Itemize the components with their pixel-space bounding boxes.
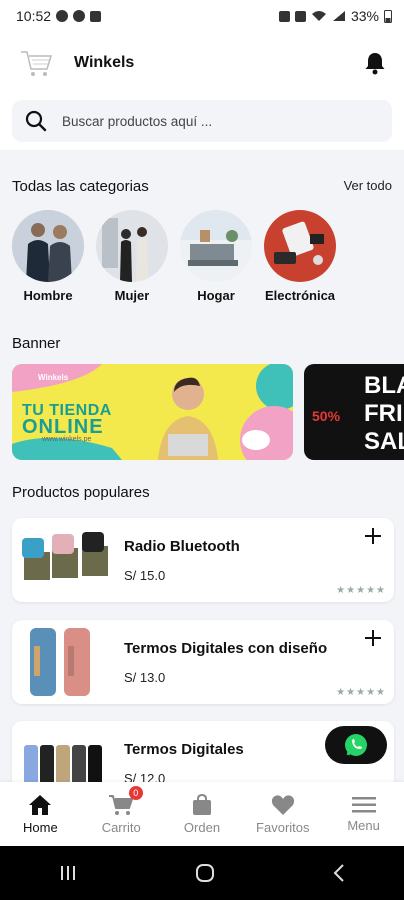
- search-input[interactable]: [62, 113, 362, 129]
- product-card[interactable]: Termos Digitales con diseño S/ 13.0 ★★★★…: [12, 620, 394, 704]
- category-item-mujer[interactable]: Mujer: [96, 210, 168, 303]
- nav-favorites[interactable]: Favoritos: [242, 782, 323, 846]
- product-name: Radio Bluetooth: [124, 538, 240, 555]
- recent-apps-icon[interactable]: [58, 864, 78, 882]
- download-icon: [90, 10, 102, 22]
- notification-icon: [56, 10, 69, 22]
- shopping-bag-icon: [192, 793, 211, 815]
- categories-list: Hombre Mujer Hogar Electrónica: [12, 210, 336, 303]
- product-name: Termos Digitales: [124, 741, 244, 758]
- nav-label: Orden: [183, 819, 221, 835]
- product-name: Termos Digitales con diseño: [124, 640, 328, 657]
- product-image-radio: [20, 524, 112, 596]
- category-image-mujer: [96, 210, 168, 282]
- search-icon: [25, 110, 47, 132]
- rating-stars: ★★★★★: [336, 585, 386, 596]
- rating-stars: ★★★★★: [336, 687, 386, 698]
- system-navigation-bar: [0, 846, 404, 900]
- nav-cart[interactable]: 0 Carrito: [81, 782, 162, 846]
- category-label: Hombre: [23, 288, 73, 303]
- product-price: S/ 13.0: [124, 670, 166, 685]
- hamburger-menu-icon: [351, 796, 376, 812]
- back-icon[interactable]: [332, 863, 346, 883]
- banner-bf-line3: SAL: [364, 428, 404, 455]
- banner-title: Banner: [12, 335, 61, 352]
- category-label: Mujer: [114, 288, 150, 303]
- whatsapp-icon: [345, 734, 367, 756]
- app-title: Winkels: [74, 54, 135, 71]
- add-to-cart-button[interactable]: [364, 526, 382, 550]
- notification-bell-icon[interactable]: [362, 50, 388, 76]
- product-image-termos-diseno: [20, 626, 112, 698]
- search-bar[interactable]: [12, 100, 392, 142]
- bottom-navigation: Home 0 Carrito Orden Favoritos Menu: [0, 782, 404, 846]
- nav-orders[interactable]: Orden: [162, 782, 243, 846]
- nav-label: Menu: [347, 817, 380, 833]
- heart-icon: [271, 794, 294, 815]
- status-time: 10:52: [16, 8, 52, 24]
- see-all-link[interactable]: Ver todo: [344, 178, 392, 193]
- cart-logo-icon: [16, 43, 56, 83]
- category-label: Electrónica: [264, 288, 336, 303]
- search-area: [0, 94, 404, 150]
- banner-black-friday[interactable]: 50% BLA FRI SAL: [304, 364, 404, 460]
- category-item-hogar[interactable]: Hogar: [180, 210, 252, 303]
- product-image-termos: [20, 727, 112, 782]
- product-card[interactable]: Radio Bluetooth S/ 15.0 ★★★★★: [12, 518, 394, 602]
- signal-icon: [332, 11, 345, 21]
- popular-title: Productos populares: [12, 484, 150, 501]
- banner-bf-line1: BLA: [364, 372, 404, 399]
- category-item-electronica[interactable]: Electrónica: [264, 210, 336, 303]
- cart-count-badge: 0: [128, 786, 143, 800]
- category-image-electronica: [264, 210, 336, 282]
- app-bar: Winkels: [0, 32, 404, 94]
- product-price: S/ 15.0: [124, 568, 166, 583]
- whatsapp-button[interactable]: [325, 726, 387, 764]
- banner-tag: Winkels: [38, 373, 69, 382]
- battery-level: 33%: [350, 8, 379, 24]
- nav-home[interactable]: Home: [0, 782, 81, 846]
- banner-bf-line2: FRI: [364, 400, 403, 427]
- category-image-hogar: [180, 210, 252, 282]
- nav-label: Favoritos: [256, 819, 310, 835]
- add-to-cart-button[interactable]: [364, 628, 382, 652]
- nav-label: Home: [23, 819, 58, 835]
- battery-icon: [384, 10, 392, 23]
- home-icon: [29, 794, 52, 815]
- banner-discount: 50%: [312, 408, 341, 424]
- alarm-icon: [278, 10, 290, 22]
- wifi-icon: [311, 11, 326, 21]
- category-label: Hogar: [197, 288, 235, 303]
- whatsapp-notification-icon: [73, 10, 86, 22]
- status-bar: 10:52 33%: [0, 0, 404, 32]
- banner-url: www.winkels.pe: [42, 436, 92, 443]
- banner-carousel[interactable]: Winkels TU TIENDA ONLINE www.winkels.pe …: [12, 364, 404, 460]
- category-item-hombre[interactable]: Hombre: [12, 210, 84, 303]
- categories-title: Todas las categorias: [12, 178, 149, 195]
- product-price: S/ 12.0: [124, 771, 166, 782]
- category-image-hombre: [12, 210, 84, 282]
- mute-icon: [294, 10, 306, 22]
- home-circle-icon[interactable]: [194, 862, 216, 884]
- nav-label: Carrito: [101, 819, 141, 835]
- nav-menu[interactable]: Menu: [323, 782, 404, 846]
- banner-online-store[interactable]: Winkels TU TIENDA ONLINE www.winkels.pe: [12, 364, 293, 460]
